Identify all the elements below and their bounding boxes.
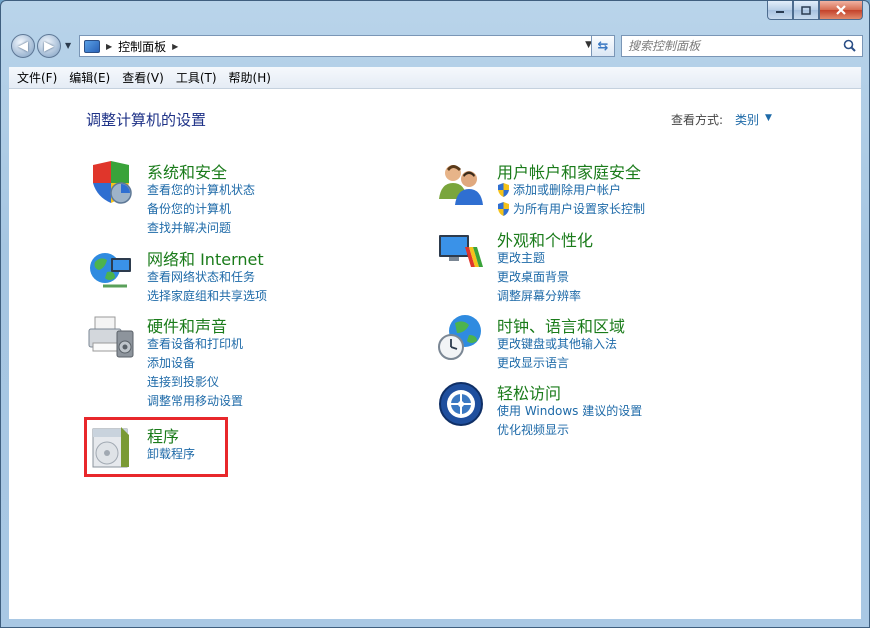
uac-shield-icon — [498, 202, 509, 216]
breadcrumb-separator-icon[interactable]: ▶ — [106, 42, 112, 51]
search-input[interactable] — [628, 39, 833, 53]
caption-buttons — [767, 1, 863, 21]
recent-pages-dropdown[interactable]: ▼ — [65, 41, 71, 50]
category-title[interactable]: 轻松访问 — [497, 380, 561, 404]
control-panel-icon — [84, 39, 100, 53]
link-keyboard-input[interactable]: 更改键盘或其他输入法 — [497, 335, 617, 354]
link-devices-printers[interactable]: 查看设备和打印机 — [147, 335, 243, 354]
search-box[interactable] — [621, 35, 863, 57]
category-links: 查看设备和打印机 添加设备 连接到投影仪 调整常用移动设置 — [147, 335, 243, 411]
category-title[interactable]: 网络和 Internet — [147, 246, 264, 270]
link-label[interactable]: 添加或删除用户帐户 — [513, 183, 621, 197]
uac-shield-icon — [498, 183, 509, 197]
page-title: 调整计算机的设置 — [86, 111, 207, 129]
printer-icon[interactable] — [87, 313, 135, 361]
category-title[interactable]: 时钟、语言和区域 — [497, 313, 625, 337]
shield-icon[interactable] — [87, 159, 135, 207]
category-links: 查看您的计算机状态 备份您的计算机 查找并解决问题 — [147, 181, 255, 238]
close-icon — [836, 5, 846, 15]
link-windows-suggested-settings[interactable]: 使用 Windows 建议的设置 — [497, 402, 642, 421]
navigation-bar: ◀ ▶ ▼ ▶ 控制面板 ▶ ▼ ⇆ — [9, 31, 863, 61]
link-add-remove-accounts[interactable]: 添加或删除用户帐户 — [497, 181, 645, 200]
link-optimize-visual-display[interactable]: 优化视频显示 — [497, 421, 642, 440]
control-panel-window: ◀ ▶ ▼ ▶ 控制面板 ▶ ▼ ⇆ 文件(F) 编辑(E) 查看(V) 工具(… — [0, 0, 870, 628]
ease-of-access-icon[interactable] — [437, 380, 485, 428]
link-change-theme[interactable]: 更改主题 — [497, 249, 581, 268]
forward-arrow-icon: ▶ — [44, 38, 54, 54]
link-view-computer-status[interactable]: 查看您的计算机状态 — [147, 181, 255, 200]
category-title[interactable]: 硬件和声音 — [147, 313, 227, 337]
breadcrumb-separator-icon[interactable]: ▶ — [172, 42, 178, 51]
link-connect-projector[interactable]: 连接到投影仪 — [147, 373, 243, 392]
link-troubleshoot[interactable]: 查找并解决问题 — [147, 219, 255, 238]
category-links: 查看网络状态和任务 选择家庭组和共享选项 — [147, 268, 267, 306]
menu-bar: 文件(F) 编辑(E) 查看(V) 工具(T) 帮助(H) — [9, 67, 861, 89]
link-screen-resolution[interactable]: 调整屏幕分辨率 — [497, 287, 581, 306]
clock-globe-icon[interactable] — [437, 313, 485, 361]
link-desktop-background[interactable]: 更改桌面背景 — [497, 268, 581, 287]
category-links: 更改键盘或其他输入法 更改显示语言 — [497, 335, 617, 373]
back-arrow-icon: ◀ — [18, 38, 28, 54]
category-title[interactable]: 外观和个性化 — [497, 227, 593, 251]
maximize-icon — [801, 5, 811, 15]
link-parental-controls[interactable]: 为所有用户设置家长控制 — [497, 200, 645, 219]
menu-tools[interactable]: 工具(T) — [170, 69, 223, 86]
link-backup-computer[interactable]: 备份您的计算机 — [147, 200, 255, 219]
minimize-icon — [776, 11, 784, 13]
forward-button[interactable]: ▶ — [37, 34, 61, 58]
category-title[interactable]: 系统和安全 — [147, 159, 227, 183]
refresh-icon: ⇆ — [597, 38, 609, 54]
refresh-button[interactable]: ⇆ — [591, 35, 615, 57]
view-by-dropdown[interactable]: 类别 — [735, 111, 759, 128]
menu-view[interactable]: 查看(V) — [116, 69, 170, 86]
maximize-button[interactable] — [793, 1, 819, 20]
link-mobility-settings[interactable]: 调整常用移动设置 — [147, 392, 243, 411]
menu-file[interactable]: 文件(F) — [11, 69, 63, 86]
category-links: 使用 Windows 建议的设置 优化视频显示 — [497, 402, 642, 440]
menu-edit[interactable]: 编辑(E) — [63, 69, 116, 86]
breadcrumb-control-panel[interactable]: 控制面板 — [118, 38, 166, 55]
category-links: 添加或删除用户帐户 为所有用户设置家长控制 — [497, 181, 645, 219]
appearance-icon[interactable] — [437, 227, 485, 275]
network-icon[interactable] — [87, 246, 135, 294]
minimize-button[interactable] — [767, 1, 793, 20]
chevron-down-icon[interactable]: ▼ — [765, 113, 772, 123]
link-add-device[interactable]: 添加设备 — [147, 354, 243, 373]
back-button[interactable]: ◀ — [11, 34, 35, 58]
users-icon[interactable] — [437, 159, 485, 207]
search-icon[interactable] — [843, 39, 856, 52]
control-panel-content: 调整计算机的设置 查看方式: 类别 ▼ 系统和安全 查看您的计算机状态 备份您的… — [9, 89, 861, 619]
close-button[interactable] — [819, 1, 863, 20]
category-links: 更改主题 更改桌面背景 调整屏幕分辨率 — [497, 249, 581, 306]
link-display-language[interactable]: 更改显示语言 — [497, 354, 617, 373]
link-label[interactable]: 为所有用户设置家长控制 — [513, 202, 645, 216]
category-title[interactable]: 用户帐户和家庭安全 — [497, 159, 641, 183]
view-by-label: 查看方式: — [671, 113, 724, 127]
link-network-status[interactable]: 查看网络状态和任务 — [147, 268, 267, 287]
menu-help[interactable]: 帮助(H) — [223, 69, 277, 86]
address-bar[interactable]: ▶ 控制面板 ▶ ▼ — [79, 35, 597, 57]
highlight-box — [84, 417, 228, 477]
link-homegroup-sharing[interactable]: 选择家庭组和共享选项 — [147, 287, 267, 306]
